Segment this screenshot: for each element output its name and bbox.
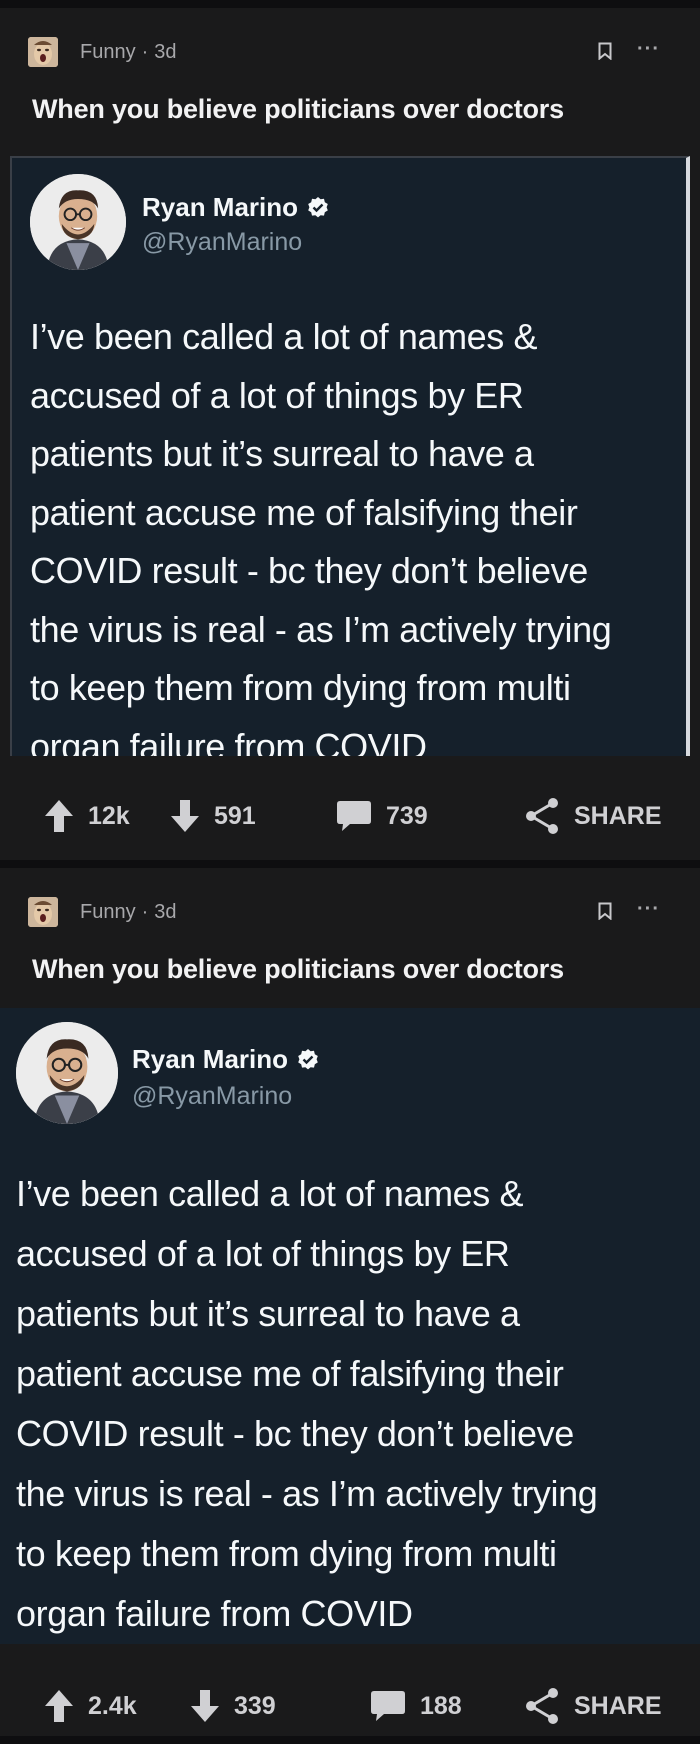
- upvote-button[interactable]: 2.4k: [44, 1689, 137, 1723]
- tweet-text: I’ve been called a lot of names & accuse…: [16, 1173, 598, 1634]
- tweet-author-name: Ryan Marino: [132, 1044, 320, 1075]
- post-meta: Funny · 3d: [80, 901, 177, 924]
- bookmark-icon[interactable]: [598, 902, 612, 920]
- tweet-image[interactable]: Ryan Marino @RyanMarino I’ve been called…: [0, 1008, 700, 1644]
- tweet-author-name: Ryan Marino: [142, 192, 330, 223]
- tweet-handle: @RyanMarino: [142, 228, 303, 256]
- comments-button[interactable]: 739: [336, 799, 428, 833]
- post-title[interactable]: When you believe politicians over doctor…: [32, 954, 564, 985]
- meta-separator: ·: [141, 40, 149, 63]
- profile-avatar: [16, 1022, 118, 1124]
- screaming-face-icon[interactable]: [28, 897, 58, 927]
- comment-bubble-icon: [371, 1691, 405, 1721]
- subreddit-name[interactable]: Funny: [80, 41, 136, 64]
- tweet-handle: @RyanMarino: [132, 1082, 293, 1110]
- upvote-button[interactable]: 12k: [44, 799, 130, 833]
- tweet-text: I’ve been called a lot of names & accuse…: [30, 316, 612, 756]
- post-card[interactable]: Funny · 3d ··· When you believe politici…: [0, 8, 700, 860]
- meta-separator: ·: [141, 900, 149, 923]
- more-options-icon[interactable]: ···: [637, 898, 660, 921]
- upvote-count: 12k: [88, 801, 130, 830]
- more-options-icon[interactable]: ···: [637, 38, 660, 61]
- verified-badge-icon: [308, 196, 328, 217]
- share-label: SHARE: [574, 1691, 662, 1720]
- verified-badge-icon: [298, 1048, 318, 1069]
- post-meta: Funny · 3d: [80, 41, 177, 64]
- post-header: Funny · 3d: [28, 896, 177, 928]
- comments-button[interactable]: 188: [370, 1689, 462, 1723]
- subreddit-name[interactable]: Funny: [80, 901, 136, 924]
- bookmark-icon[interactable]: [598, 42, 612, 60]
- profile-avatar: [30, 174, 126, 270]
- downvote-button[interactable]: 591: [170, 799, 256, 833]
- upvote-count: 2.4k: [88, 1691, 137, 1720]
- comment-bubble-icon: [337, 801, 371, 831]
- post-actions: 2.4k 339 188 SHARE: [0, 1676, 700, 1736]
- share-button[interactable]: SHARE: [524, 797, 662, 835]
- share-icon: [526, 798, 558, 834]
- screaming-face-icon[interactable]: [28, 37, 58, 67]
- share-label: SHARE: [574, 801, 662, 830]
- comment-count: 739: [386, 801, 428, 830]
- upvote-arrow-icon: [45, 1690, 73, 1722]
- post-age: 3d: [154, 900, 177, 923]
- downvote-arrow-icon: [171, 800, 199, 832]
- post-card[interactable]: Funny · 3d ··· When you believe politici…: [0, 868, 700, 1736]
- author-name-text: Ryan Marino: [142, 192, 299, 222]
- upvote-arrow-icon: [45, 800, 73, 832]
- post-title[interactable]: When you believe politicians over doctor…: [32, 94, 564, 125]
- post-age: 3d: [154, 40, 177, 63]
- downvote-arrow-icon: [191, 1690, 219, 1722]
- tweet-image[interactable]: Ryan Marino @RyanMarino I’ve been called…: [10, 156, 690, 756]
- comment-count: 188: [420, 1691, 462, 1720]
- post-header: Funny · 3d: [28, 36, 177, 68]
- downvote-count: 339: [234, 1691, 276, 1720]
- share-button[interactable]: SHARE: [524, 1687, 662, 1725]
- share-icon: [526, 1688, 558, 1724]
- post-actions: 12k 591 739 SHARE: [0, 786, 700, 846]
- downvote-count: 591: [214, 801, 256, 830]
- author-name-text: Ryan Marino: [132, 1044, 289, 1074]
- downvote-button[interactable]: 339: [190, 1689, 276, 1723]
